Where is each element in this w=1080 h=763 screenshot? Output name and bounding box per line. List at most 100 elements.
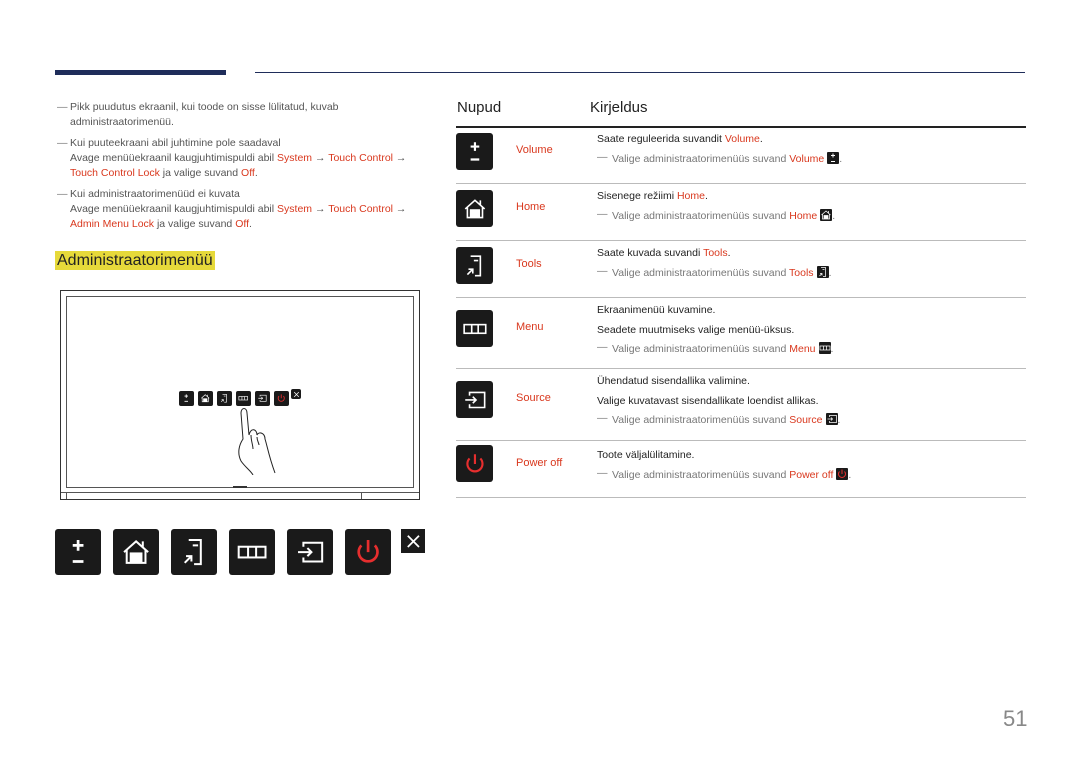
menu-path-term: Off — [235, 218, 249, 230]
display-screen — [66, 296, 414, 488]
volume-icon — [456, 133, 493, 170]
note-text: ja valige suvand — [159, 167, 242, 179]
home-icon[interactable] — [198, 391, 213, 406]
brand-logo — [233, 486, 247, 488]
table-row: Power off Toote väljalülitamine. — Valige a… — [456, 440, 1026, 498]
description-text: Saate kuvada suvandi — [597, 247, 704, 259]
power-button[interactable] — [345, 529, 391, 575]
note-text: Valige administraatorimenüüs suvand — [612, 343, 790, 355]
option-term: Source — [789, 414, 823, 426]
source-icon[interactable] — [255, 391, 270, 406]
volume-button[interactable] — [55, 529, 101, 575]
option-term: Volume — [789, 152, 825, 165]
menu-path-term: System — [277, 152, 313, 164]
close-icon[interactable] — [291, 389, 301, 399]
home-icon — [456, 190, 493, 227]
note-dash-icon: — — [57, 101, 68, 113]
button-description: Saate kuvada suvandi Tools. — Valige admin… — [597, 246, 831, 285]
button-label: Menu — [516, 321, 544, 333]
option-term: Tools — [789, 266, 814, 279]
close-icon — [406, 534, 420, 548]
menu-path-term: Off — [241, 167, 255, 179]
note-line: Avage menüüekraanil kaugjuhtimispuldi ab… — [70, 202, 437, 232]
note-text: → — [393, 152, 407, 164]
button-label: Tools — [516, 258, 542, 270]
note-item: — Kui puuteekraani abil juhtimine pole sa… — [57, 136, 437, 181]
description-line: Ühendatud sisendallika valimine. — [597, 374, 840, 394]
note-item: — Pikk puudutus ekraanil, kui toode on si… — [57, 100, 437, 130]
tools-icon[interactable] — [217, 391, 232, 406]
notes-list: — Pikk puudutus ekraanil, kui toode on si… — [57, 100, 437, 238]
description-text: Toote väljalülitamine. — [597, 449, 695, 461]
option-term: Menu — [789, 343, 816, 355]
description-line: Valige kuvatavast sisendallikate loendis… — [597, 394, 840, 414]
hand-pointer-icon — [238, 408, 276, 475]
display-bezel — [61, 492, 419, 499]
note-dash-icon: — — [597, 341, 608, 353]
option-term: Home — [676, 190, 705, 202]
option-term: Power off — [789, 468, 834, 481]
description-note: — Valige administraatorimenüüs suvand Vol… — [597, 150, 843, 165]
note-text: Avage menüüekraanil kaugjuhtimispuldi ab… — [70, 203, 278, 215]
volume-icon — [72, 539, 84, 563]
note-dash-icon: — — [57, 137, 68, 149]
note-text: Valige administraatorimenüüs suvand — [612, 209, 790, 222]
description-text: Saate reguleerida suvandit — [597, 133, 725, 145]
description-line: Ekraanimenüü kuvamine. — [597, 303, 833, 323]
volume-icon[interactable] — [179, 391, 194, 406]
header-rule-thin — [255, 72, 1025, 73]
power-icon — [357, 539, 379, 563]
home-button[interactable] — [113, 529, 159, 575]
note-text: Kui puuteekraani abil juhtimine pole saa… — [70, 137, 281, 149]
menu-icon[interactable] — [236, 391, 251, 406]
description-note: — Valige administraatorimenüüs suvand Pow… — [597, 466, 852, 481]
home-icon — [820, 208, 833, 221]
power-icon[interactable] — [274, 391, 289, 406]
source-button[interactable] — [287, 529, 333, 575]
table-row: Tools Saate kuvada suvandi Tools. — Valige … — [456, 240, 1026, 298]
menu-button[interactable] — [229, 529, 275, 575]
tools-button[interactable] — [171, 529, 217, 575]
description-text: Ekraanimenüü kuvamine. — [597, 304, 716, 316]
note-dash-icon: — — [597, 207, 608, 220]
description-note: — Valige administraatorimenüüs suvand Hom… — [597, 207, 836, 222]
power-icon — [836, 467, 849, 480]
description-text: . — [759, 133, 763, 145]
description-line: Seadete muutmiseks valige menüü-üksus. — [597, 323, 833, 343]
description-note: — Valige administraatorimenüüs suvand Too… — [597, 264, 832, 279]
note-dash-icon: — — [597, 412, 608, 424]
table-row: Volume Saate reguleerida suvandit Volume.… — [456, 126, 1026, 184]
button-description: Ekraanimenüü kuvamine. Seadete muutmiseks… — [597, 303, 833, 362]
option-term: Tools — [703, 247, 728, 259]
description-text: . — [704, 190, 708, 202]
button-description: Ühendatud sisendallika valimine. Valige k… — [597, 374, 840, 433]
description-line: Saate kuvada suvandi Tools. — [597, 246, 831, 266]
note-text: Valige administraatorimenüüs suvand — [612, 414, 790, 426]
button-description: Saate reguleerida suvandit Volume. — Valig… — [597, 132, 842, 171]
option-term: Volume — [724, 133, 760, 145]
description-note: — Valige administraatorimenüüs suvand Sou… — [597, 412, 841, 426]
tools-icon — [816, 265, 829, 278]
menu-path-term: Touch Control — [328, 152, 393, 164]
header-rule-thick — [55, 70, 226, 75]
close-button[interactable] — [401, 529, 425, 553]
menu-icon — [456, 310, 493, 347]
menu-path-term: Touch Control — [328, 203, 393, 215]
description-line: Toote väljalülitamine. — [597, 448, 851, 468]
note-dash-icon: — — [57, 188, 68, 200]
tools-icon — [183, 538, 202, 566]
volume-icon — [827, 151, 840, 164]
description-text: Valige kuvatavast sisendallikate loendis… — [597, 394, 819, 407]
note-text: → — [312, 203, 329, 215]
note-text: Pikk puudutus ekraanil, kui toode on sis… — [70, 101, 339, 128]
button-label: Source — [516, 392, 551, 404]
button-label: Volume — [516, 144, 553, 156]
description-note: — Valige administraatorimenüüs suvand Men… — [597, 341, 834, 355]
note-text: → — [393, 203, 407, 215]
menu-icon — [818, 342, 831, 354]
description-text: Seadete muutmiseks valige menüü-üksus. — [597, 323, 795, 336]
description-line: Sisenege režiimi Home. — [597, 189, 835, 209]
description-line: Saate reguleerida suvandit Volume. — [597, 132, 842, 152]
note-line: Kui puuteekraani abil juhtimine pole saa… — [70, 136, 437, 151]
note-text: ja valige suvand — [154, 218, 236, 230]
